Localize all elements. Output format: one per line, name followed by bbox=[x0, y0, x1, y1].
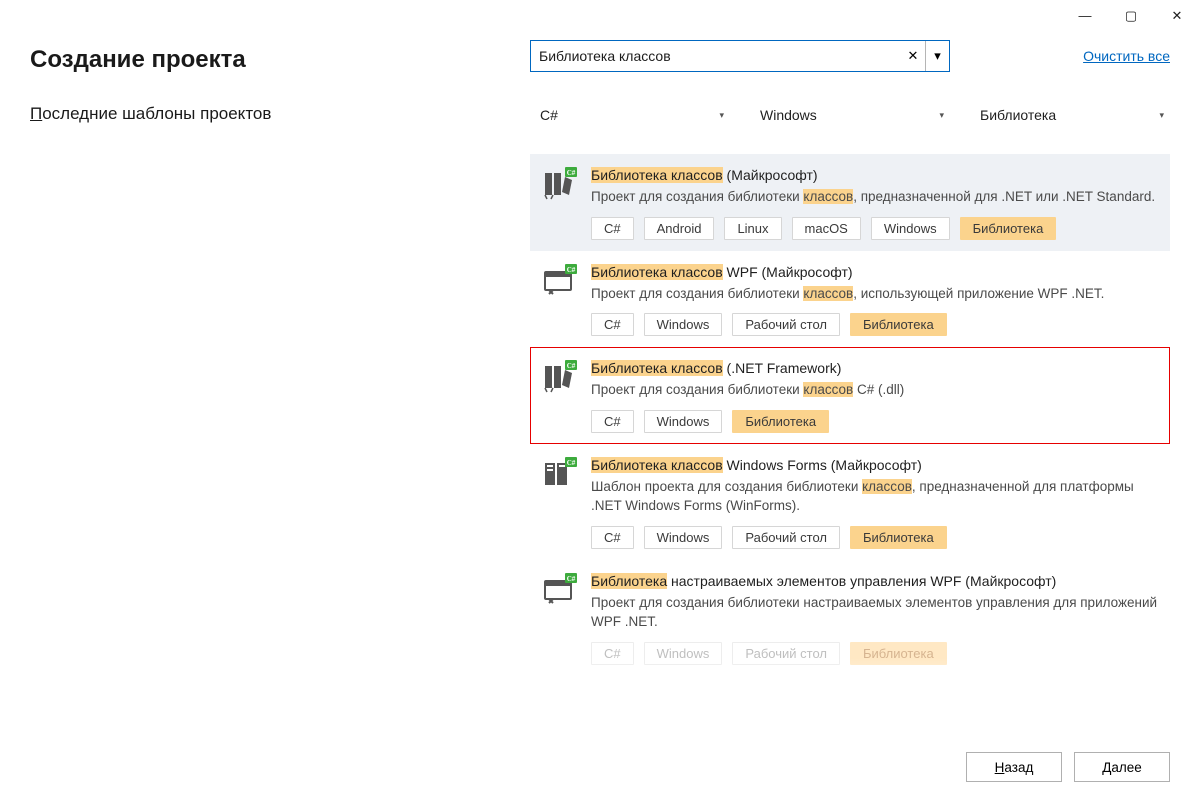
window-titlebar: — ▢ ✕ bbox=[0, 0, 1200, 30]
search-clear-button[interactable]: ✕ bbox=[901, 41, 925, 71]
template-item[interactable]: C# Библиотека классов (.NET Framework) Про… bbox=[530, 347, 1170, 444]
template-tag: Библиотека bbox=[850, 526, 947, 549]
template-tags: C# Android Linux macOS Windows Библиотека bbox=[591, 217, 1159, 240]
window-close-button[interactable]: ✕ bbox=[1154, 0, 1200, 30]
page-title: Создание проекта bbox=[30, 46, 510, 74]
back-button[interactable]: Назад bbox=[966, 752, 1062, 782]
window-maximize-button[interactable]: ▢ bbox=[1108, 0, 1154, 30]
filter-type[interactable]: Библиотека ▾ bbox=[970, 100, 1170, 130]
template-title: Библиотека классов WPF (Майкрософт) bbox=[591, 264, 1159, 280]
svg-text:C#: C# bbox=[567, 362, 576, 370]
window-minimize-button[interactable]: — bbox=[1062, 0, 1108, 30]
template-tags: C# Windows Рабочий стол Библиотека bbox=[591, 526, 1159, 549]
template-tag: Библиотека bbox=[960, 217, 1057, 240]
filter-type-label: Библиотека bbox=[980, 107, 1056, 123]
template-tag: Android bbox=[644, 217, 715, 240]
chevron-down-icon: ▾ bbox=[719, 110, 724, 121]
template-tag: Рабочий стол bbox=[732, 526, 840, 549]
template-tag: Windows bbox=[871, 217, 950, 240]
template-item[interactable]: C# Библиотека классов Windows Forms (Майк… bbox=[530, 444, 1170, 560]
template-tag: Рабочий стол bbox=[732, 313, 840, 336]
filter-bar: C# ▾ Windows ▾ Библиотека ▾ bbox=[530, 100, 1170, 130]
template-item[interactable]: C# Библиотека классов (Майкрософт) Проект … bbox=[530, 154, 1170, 251]
filter-language-label: C# bbox=[540, 107, 558, 123]
template-title: Библиотека классов Windows Forms (Майкро… bbox=[591, 457, 1159, 473]
template-tag: C# bbox=[591, 410, 634, 433]
chevron-down-icon: ▾ bbox=[1159, 110, 1164, 121]
template-title: Библиотека классов (Майкрософт) bbox=[591, 167, 1159, 183]
template-tag: macOS bbox=[792, 217, 861, 240]
svg-text:C#: C# bbox=[567, 459, 576, 467]
project-template-icon: C# bbox=[543, 167, 577, 201]
template-tag: C# bbox=[591, 526, 634, 549]
template-tag: Windows bbox=[644, 410, 723, 433]
template-tags: C# Windows Библиотека bbox=[591, 410, 1159, 433]
search-dropdown-button[interactable]: ▾ bbox=[925, 41, 949, 71]
template-tags: C# Windows Рабочий стол Библиотека bbox=[591, 313, 1159, 336]
template-item[interactable]: C# Библиотека настраиваемых элементов упр… bbox=[530, 560, 1170, 676]
template-tag: Библиотека bbox=[850, 642, 947, 665]
template-tag: Windows bbox=[644, 526, 723, 549]
search-input[interactable] bbox=[531, 41, 901, 71]
footer-buttons: Назад Далее bbox=[966, 752, 1170, 782]
template-tags: C# Windows Рабочий стол Библиотека bbox=[591, 642, 1159, 665]
svg-text:C#: C# bbox=[567, 266, 576, 274]
filter-platform[interactable]: Windows ▾ bbox=[750, 100, 950, 130]
template-tag: C# bbox=[591, 217, 634, 240]
recent-templates-heading: Последние шаблоны проектов bbox=[30, 104, 510, 124]
template-tag: Windows bbox=[644, 642, 723, 665]
project-template-icon: C# bbox=[543, 457, 577, 491]
template-title: Библиотека классов (.NET Framework) bbox=[591, 360, 1159, 376]
template-tag: Библиотека bbox=[850, 313, 947, 336]
template-description: Проект для создания библиотеки классов, … bbox=[591, 187, 1159, 207]
chevron-down-icon: ▾ bbox=[939, 110, 944, 121]
project-template-icon: C# bbox=[543, 264, 577, 298]
template-tag: Рабочий стол bbox=[732, 642, 840, 665]
project-template-icon: C# bbox=[543, 360, 577, 394]
template-tag: Библиотека bbox=[732, 410, 829, 433]
template-description: Проект для создания библиотеки настраива… bbox=[591, 593, 1159, 632]
filter-language[interactable]: C# ▾ bbox=[530, 100, 730, 130]
clear-all-link[interactable]: Очистить все bbox=[1083, 48, 1170, 64]
next-button[interactable]: Далее bbox=[1074, 752, 1170, 782]
template-description: Проект для создания библиотеки классов, … bbox=[591, 284, 1159, 304]
template-item[interactable]: C# Библиотека классов WPF (Майкрософт) Про… bbox=[530, 251, 1170, 348]
search-box[interactable]: ✕ ▾ bbox=[530, 40, 950, 72]
project-template-icon: C# bbox=[543, 573, 577, 607]
template-tag: C# bbox=[591, 313, 634, 336]
template-description: Проект для создания библиотеки классов C… bbox=[591, 380, 1159, 400]
template-tag: C# bbox=[591, 642, 634, 665]
svg-text:C#: C# bbox=[567, 169, 576, 177]
template-description: Шаблон проекта для создания библиотеки к… bbox=[591, 477, 1159, 516]
filter-platform-label: Windows bbox=[760, 107, 817, 123]
template-tag: Linux bbox=[724, 217, 781, 240]
svg-text:C#: C# bbox=[567, 575, 576, 583]
template-title: Библиотека настраиваемых элементов управ… bbox=[591, 573, 1159, 589]
template-tag: Windows bbox=[644, 313, 723, 336]
template-list: C# Библиотека классов (Майкрософт) Проект … bbox=[530, 154, 1170, 676]
